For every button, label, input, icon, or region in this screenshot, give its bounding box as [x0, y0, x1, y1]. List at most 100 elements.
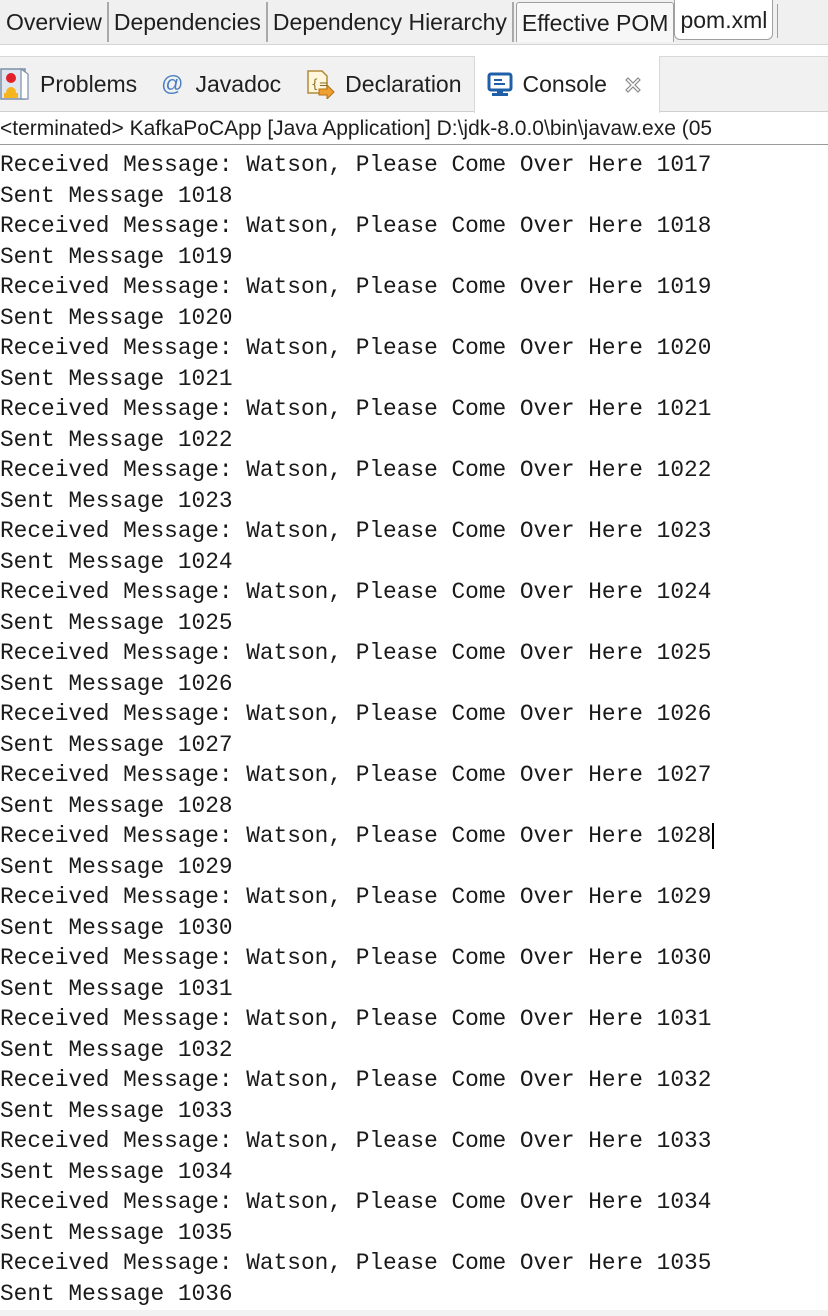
console-line: Received Message: Watson, Please Come Ov…: [0, 272, 828, 303]
console-line: Received Message: Watson, Please Come Ov…: [0, 638, 828, 669]
console-line-text: Sent Message 1022: [0, 426, 233, 453]
console-line-text: Sent Message 1034: [0, 1158, 233, 1185]
console-line: Sent Message 1026: [0, 669, 828, 700]
console-line-text: Received Message: Watson, Please Come Ov…: [0, 1128, 712, 1154]
console-line: Received Message: Watson, Please Come Ov…: [0, 699, 828, 730]
console-line-text: Sent Message 1018: [0, 182, 233, 209]
console-line-text: Received Message: Watson, Please Come Ov…: [0, 518, 712, 544]
console-line: Received Message: Watson, Please Come Ov…: [0, 821, 828, 852]
console-line-text: Sent Message 1027: [0, 731, 233, 758]
console-line-text: Received Message: Watson, Please Come Ov…: [0, 1006, 712, 1032]
tab-declaration[interactable]: {= Declaration: [291, 57, 473, 111]
console-line: Sent Message 1020: [0, 303, 828, 334]
console-line-text: Sent Message 1035: [0, 1219, 233, 1246]
console-line-text: Sent Message 1036: [0, 1280, 233, 1307]
console-line-text: Sent Message 1026: [0, 670, 233, 697]
console-line: Received Message: Watson, Please Come Ov…: [0, 516, 828, 547]
console-line: Received Message: Watson, Please Come Ov…: [0, 333, 828, 364]
console-line: Sent Message 1021: [0, 364, 828, 395]
at-sign-icon: @: [161, 71, 184, 96]
tab-javadoc-label: Javadoc: [195, 70, 282, 97]
console-line-text: Sent Message 1029: [0, 853, 233, 880]
tab-problems-label: Problems: [40, 70, 138, 97]
console-line: Received Message: Watson, Please Come Ov…: [0, 1126, 828, 1157]
console-line: Sent Message 1025: [0, 608, 828, 639]
console-line: Sent Message 1019: [0, 242, 828, 273]
console-line-text: Received Message: Watson, Please Come Ov…: [0, 884, 712, 910]
console-line-text: Received Message: Watson, Please Come Ov…: [0, 1250, 712, 1276]
problems-icon: [0, 67, 30, 101]
declaration-icon: {=: [305, 69, 335, 99]
tab-pom-xml[interactable]: pom.xml: [674, 0, 774, 40]
tab-problems[interactable]: Problems: [0, 57, 147, 111]
console-line: Sent Message 1033: [0, 1096, 828, 1127]
console-line: Received Message: Watson, Please Come Ov…: [0, 150, 828, 181]
console-line-text: Received Message: Watson, Please Come Ov…: [0, 335, 712, 361]
console-line: Sent Message 1032: [0, 1035, 828, 1066]
console-line-text: Received Message: Watson, Please Come Ov…: [0, 762, 712, 788]
console-output[interactable]: Received Message: Watson, Please Come Ov…: [0, 150, 828, 1314]
console-line: Sent Message 1034: [0, 1157, 828, 1188]
tab-console-label: Console: [522, 71, 607, 97]
console-line: Sent Message 1027: [0, 730, 828, 761]
console-line: Received Message: Watson, Please Come Ov…: [0, 1187, 828, 1218]
console-line-text: Received Message: Watson, Please Come Ov…: [0, 1189, 712, 1215]
console-line: Received Message: Watson, Please Come Ov…: [0, 760, 828, 791]
console-line-text: Sent Message 1033: [0, 1097, 233, 1124]
console-line-text: Received Message: Watson, Please Come Ov…: [0, 213, 712, 239]
console-line: Received Message: Watson, Please Come Ov…: [0, 455, 828, 486]
console-line-text: Sent Message 1024: [0, 548, 233, 575]
console-line-text: Sent Message 1032: [0, 1036, 233, 1063]
console-line: Sent Message 1036: [0, 1279, 828, 1310]
console-line: Received Message: Watson, Please Come Ov…: [0, 1004, 828, 1035]
editor-tab-bar: Overview Dependencies Dependency Hierarc…: [0, 0, 828, 45]
tab-effective-pom[interactable]: Effective POM: [515, 2, 675, 42]
console-line: Received Message: Watson, Please Come Ov…: [0, 211, 828, 242]
console-line-text: Received Message: Watson, Please Come Ov…: [0, 457, 712, 483]
tab-console[interactable]: Console: [473, 56, 660, 113]
console-line-text: Sent Message 1023: [0, 487, 233, 514]
console-line: Sent Message 1028: [0, 791, 828, 822]
tab-declaration-label: Declaration: [345, 70, 462, 97]
console-bottom-edge: [0, 1310, 828, 1316]
console-line: Sent Message 1035: [0, 1218, 828, 1249]
console-line-text: Received Message: Watson, Please Come Ov…: [0, 579, 712, 605]
tab-dependencies[interactable]: Dependencies: [109, 2, 268, 42]
tab-overflow-edge: [777, 4, 790, 38]
console-line-text: Received Message: Watson, Please Come Ov…: [0, 945, 712, 971]
console-line-text: Received Message: Watson, Please Come Ov…: [0, 640, 712, 666]
console-line: Sent Message 1024: [0, 547, 828, 578]
console-line-text: Sent Message 1025: [0, 609, 233, 636]
tab-dependency-hierarchy[interactable]: Dependency Hierarchy: [268, 2, 514, 42]
view-tab-bar: Problems @ Javadoc {= Declaration Consol…: [0, 56, 828, 113]
console-line-text: Received Message: Watson, Please Come Ov…: [0, 396, 712, 422]
console-line-text: Sent Message 1020: [0, 304, 233, 331]
console-line: Sent Message 1018: [0, 181, 828, 212]
console-line-text: Sent Message 1031: [0, 975, 233, 1002]
console-line-text: Sent Message 1028: [0, 792, 233, 819]
console-line-text: Received Message: Watson, Please Come Ov…: [0, 701, 712, 727]
console-icon: [487, 72, 513, 98]
tab-overview[interactable]: Overview: [0, 2, 109, 42]
console-line-text: Received Message: Watson, Please Come Ov…: [0, 823, 712, 849]
console-line: Sent Message 1031: [0, 974, 828, 1005]
console-line-text: Received Message: Watson, Please Come Ov…: [0, 1067, 712, 1093]
console-line: Sent Message 1022: [0, 425, 828, 456]
console-line: Sent Message 1029: [0, 852, 828, 883]
console-process-label: <terminated> KafkaPoCApp [Java Applicati…: [0, 114, 828, 145]
console-line: Received Message: Watson, Please Come Ov…: [0, 1248, 828, 1279]
console-line-text: Sent Message 1021: [0, 365, 233, 392]
tab-javadoc[interactable]: @ Javadoc: [147, 57, 291, 111]
console-line: Received Message: Watson, Please Come Ov…: [0, 882, 828, 913]
console-line: Received Message: Watson, Please Come Ov…: [0, 1065, 828, 1096]
console-line-text: Received Message: Watson, Please Come Ov…: [0, 152, 712, 178]
console-line: Sent Message 1030: [0, 913, 828, 944]
console-line-text: Sent Message 1019: [0, 243, 233, 270]
console-line: Received Message: Watson, Please Come Ov…: [0, 943, 828, 974]
console-line: Received Message: Watson, Please Come Ov…: [0, 577, 828, 608]
console-line-text: Sent Message 1030: [0, 914, 233, 941]
console-line: Sent Message 1023: [0, 486, 828, 517]
console-line-text: Received Message: Watson, Please Come Ov…: [0, 274, 712, 300]
console-line: Received Message: Watson, Please Come Ov…: [0, 394, 828, 425]
close-icon[interactable]: [623, 75, 643, 95]
